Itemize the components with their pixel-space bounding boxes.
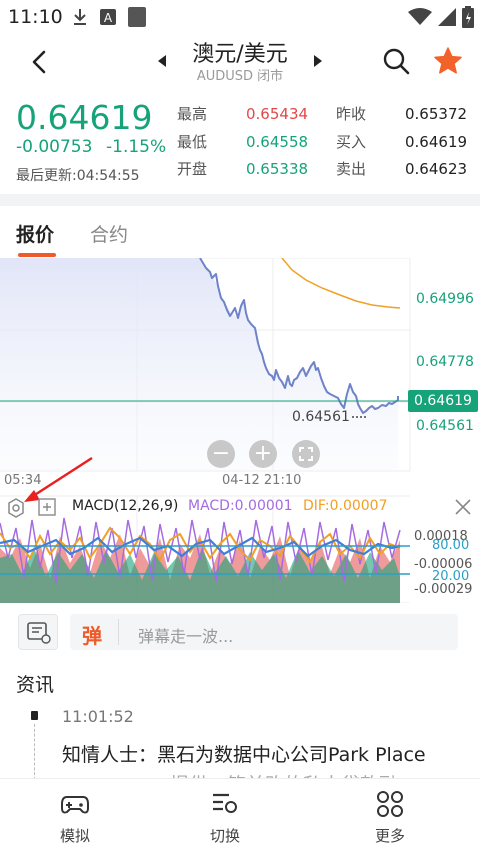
download-icon	[74, 9, 86, 25]
chart-time-center: 04-12 21:10	[222, 473, 302, 488]
prev-close-label: 昨收	[336, 105, 367, 123]
low-label: 最低	[177, 133, 208, 151]
status-bar: 11:10 A	[0, 0, 480, 34]
a-icon: A	[100, 9, 116, 25]
svg-text:A: A	[104, 11, 113, 25]
close-icon[interactable]	[454, 498, 472, 516]
switch-icon[interactable]	[211, 792, 239, 816]
nav-label-switch[interactable]: 切换	[185, 825, 265, 846]
last-updated: 最后更新:04:54:55	[16, 168, 140, 184]
danmaku-logo: 弹	[82, 624, 102, 648]
last-price: 0.64619	[16, 98, 153, 137]
add-indicator-icon[interactable]	[38, 498, 56, 516]
axis-price-2: 0.64778	[416, 354, 474, 370]
news-item-title[interactable]: 知情人士：黑石为数据中心公司Park Place	[62, 740, 426, 767]
symbol-status: AUDUSD 闭市	[196, 69, 284, 84]
nav-label-simulate[interactable]: 模拟	[35, 825, 115, 846]
macd-axis-5: -0.00029	[414, 582, 473, 597]
macd-value: MACD:0.00001	[188, 498, 293, 514]
wifi-icon	[408, 8, 432, 25]
fullscreen-button[interactable]	[292, 440, 320, 468]
low-value: 0.64558	[246, 133, 309, 151]
nav-label-more[interactable]: 更多	[350, 825, 430, 846]
current-price-tag: 0.64619	[408, 390, 478, 412]
news-item-time: 11:01:52	[62, 707, 134, 726]
buy-label: 买入	[336, 133, 367, 151]
open-label: 开盘	[177, 160, 208, 178]
section-divider	[0, 194, 480, 206]
danmaku-placeholder: 弹幕走一波...	[138, 627, 234, 646]
sell-label: 卖出	[336, 160, 367, 178]
high-label: 最高	[177, 105, 208, 123]
bottom-nav: 模拟 切换 更多	[0, 778, 480, 853]
app-root: 11:10 A 澳元/美元 AUDUSD 闭市 0.64619 -0.00753…	[0, 0, 480, 853]
square-app-icon	[128, 7, 146, 27]
axis-price-4: 0.64561	[416, 418, 474, 434]
dif-value: DIF:0.00007	[303, 498, 388, 514]
danmaku-input[interactable]	[70, 614, 458, 650]
battery-icon	[462, 6, 474, 28]
back-button[interactable]	[24, 46, 54, 78]
high-value: 0.65434	[246, 105, 309, 123]
sell-value: 0.64623	[405, 160, 468, 178]
news-heading: 资讯	[16, 674, 55, 696]
open-value: 0.65338	[246, 160, 309, 178]
macd-histogram	[0, 517, 410, 603]
next-symbol-arrow[interactable]	[314, 55, 322, 67]
favorite-star-icon[interactable]	[433, 46, 463, 76]
danmaku-icon	[27, 622, 51, 644]
axis-price-1: 0.64996	[416, 291, 474, 307]
low-marker-label: 0.64561	[292, 409, 350, 425]
news-timeline	[34, 724, 35, 780]
macd-title: MACD(12,26,9)	[72, 498, 179, 514]
tab-contract[interactable]: 合约	[90, 220, 128, 247]
danmaku-divider	[118, 619, 119, 645]
status-time: 11:10	[8, 6, 63, 28]
zoom-in-button[interactable]: +	[249, 440, 277, 468]
news-bullet	[31, 711, 38, 720]
tab-active-indicator	[18, 253, 56, 257]
moving-average-line	[281, 258, 401, 309]
danmaku-toggle-button[interactable]	[18, 614, 58, 650]
buy-value: 0.64619	[405, 133, 468, 151]
macd-axis-2: 80.00	[432, 538, 470, 553]
gamepad-icon[interactable]	[60, 791, 90, 817]
prev-close-value: 0.65372	[405, 105, 468, 123]
more-icon[interactable]	[376, 790, 404, 818]
price-area	[0, 258, 398, 471]
zoom-out-button[interactable]: −	[207, 440, 235, 468]
price-change: -0.00753	[16, 137, 93, 157]
signal-icon	[438, 8, 456, 26]
settings-icon[interactable]	[6, 498, 26, 518]
price-change-percent: -1.15%	[106, 137, 167, 157]
tab-quote[interactable]: 报价	[16, 220, 54, 247]
price-chart[interactable]	[0, 258, 480, 603]
page-title: 澳元/美元	[192, 42, 288, 67]
search-icon[interactable]	[382, 47, 410, 75]
